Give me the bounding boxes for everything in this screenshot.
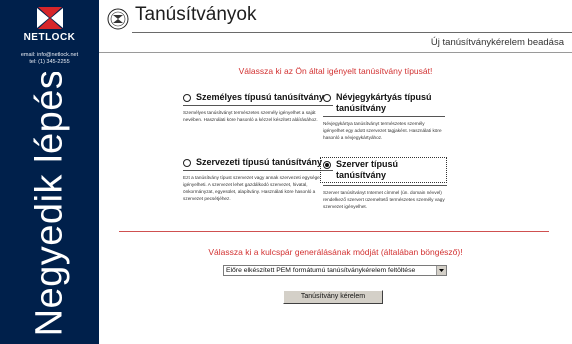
step-title-wrap: Negyedik lépés [8,72,92,334]
option-divider [323,185,447,186]
page-title: Tanúsítványok [135,4,257,25]
header-divider [99,52,572,53]
option-divider [323,116,445,117]
radio-personal-cert[interactable] [183,94,191,102]
cert-type-prompt: Válassza ki az Ön által igényelt tanúsít… [238,66,433,76]
page-subtitle: Új tanúsítványkérelem beadása [430,37,564,48]
contact-email: email: info@netlock.net [20,52,79,58]
sidebar: NETLOCK email: info@netlock.net tel: (1)… [0,0,99,344]
seal-icon [107,8,129,30]
keygen-select-value[interactable]: Előre elkészített PEM formátumú tanúsítv… [224,267,436,274]
option-server-cert[interactable]: Szerver típusú tanúsítvány Szerver tanús… [320,157,447,210]
option-description: Névjegykártya tanúsítványt természetes s… [323,121,442,140]
logo-text: NETLOCK [23,32,76,43]
dropdown-arrow-icon[interactable] [436,266,446,275]
option-description: Szerver tanúsítványt Internet címmel (ún… [323,190,445,209]
option-divider [183,170,333,171]
option-description: Ezt a tanúsítvány típust szervezet vagy … [183,175,320,201]
contact-phone: tel: (1) 345-2255 [29,59,70,65]
option-title[interactable]: Szerver típusú tanúsítvány [336,159,444,181]
netlock-logo: NETLOCK [10,5,89,49]
step-title: Negyedik lépés [28,72,71,334]
option-title[interactable]: Névjegykártyás típusú tanúsítvány [336,92,445,114]
radio-organizational-cert[interactable] [183,159,191,167]
option-description: Személyes tanúsítványt természetes szemé… [183,110,318,122]
main-content: Válassza ki az Ön által igényelt tanúsít… [99,52,572,344]
keygen-method-select[interactable]: Előre elkészített PEM formátumú tanúsítv… [223,265,447,276]
netlock-logo-icon [36,7,63,29]
submit-cert-request-button[interactable]: Tanúsítvány kérelem [283,290,383,304]
title-underline [132,32,572,33]
keygen-prompt: Válassza ki a kulcspár generálásának mód… [208,247,463,257]
option-organizational-cert[interactable]: Szervezeti típusú tanúsítvány Ezt a tanú… [183,157,333,202]
radio-server-cert[interactable] [323,161,331,169]
option-business-card-cert[interactable]: Névjegykártyás típusú tanúsítvány Névjeg… [323,92,445,141]
option-personal-cert[interactable]: Személyes típusú tanúsítvány Személyes t… [183,92,333,123]
option-divider [183,105,333,106]
option-title[interactable]: Személyes típusú tanúsítvány [196,92,324,103]
page-header: Tanúsítványok Új tanúsítványkérelem bead… [99,0,572,52]
radio-business-card-cert[interactable] [323,94,331,102]
option-title[interactable]: Szervezeti típusú tanúsítvány [196,157,322,168]
section-divider [119,231,549,232]
